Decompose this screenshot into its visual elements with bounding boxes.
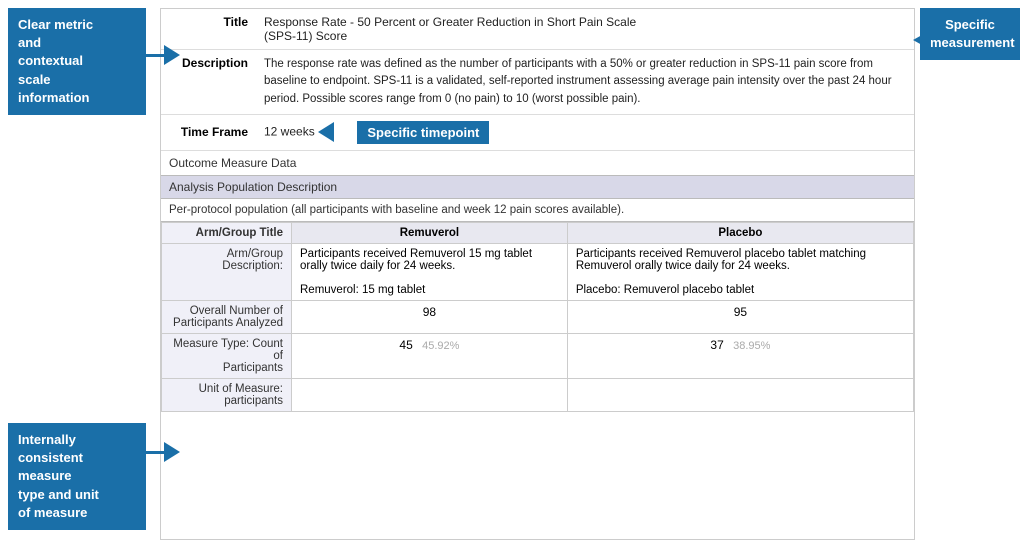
description-value: The response rate was defined as the num…	[256, 50, 914, 115]
title-line1: Response Rate - 50 Percent or Greater Re…	[264, 15, 636, 29]
measure-type-label: Measure Type: Count ofParticipants	[162, 333, 292, 378]
right-arrow-connector	[913, 30, 931, 50]
overall-number-label: Overall Number ofParticipants Analyzed	[162, 300, 292, 333]
title-label: Title	[161, 9, 256, 50]
arm-group-title-col: Arm/Group Title	[162, 222, 292, 243]
overall-number-remuverol: 98	[292, 300, 568, 333]
timeframe-value-text: 12 weeks	[264, 124, 315, 138]
overall-number-placebo: 95	[567, 300, 913, 333]
measure-type-row: Measure Type: Count ofParticipants 45 45…	[162, 333, 914, 378]
center-content: Title Response Rate - 50 Percent or Grea…	[160, 8, 915, 540]
measure-type-placebo: 37 38.95%	[567, 333, 913, 378]
remuverol-tablet-label: Remuverol: 15 mg tablet	[300, 284, 425, 296]
arm-group-desc-row: Arm/Group Description: Participants rece…	[162, 243, 914, 300]
measure-type-remuverol: 45 45.92%	[292, 333, 568, 378]
col-header-0: Arm/Group Title	[196, 227, 283, 239]
timeframe-row: Time Frame 12 weeks Specific timepoint	[161, 114, 914, 150]
left-bottom-arrow-head	[164, 442, 180, 462]
overall-number-row: Overall Number ofParticipants Analyzed 9…	[162, 300, 914, 333]
timepoint-label-badge: Specific timepoint	[357, 121, 489, 144]
right-annotation: Specific measurement	[915, 0, 1025, 540]
analysis-pop-header: Analysis Population Description	[161, 175, 914, 198]
inner-data-table: Arm/Group Title Remuverol Placebo	[161, 222, 914, 412]
inner-table-row: Arm/Group Title Remuverol Placebo	[161, 221, 914, 412]
title-line2: (SPS-11) Score	[264, 29, 347, 43]
measure-type-remuverol-pct: 45.92%	[422, 340, 459, 352]
left-top-arrow-line	[146, 54, 164, 57]
measure-type-placebo-n: 37	[710, 338, 723, 352]
top-right-annotation-text: Specific measurement	[930, 17, 1015, 50]
top-left-annotation-text: Clear metric and contextual scale inform…	[18, 17, 93, 105]
placebo-col-header: Placebo	[567, 222, 913, 243]
left-top-arrow-head	[164, 45, 180, 65]
unit-measure-label: Unit of Measure: participants	[162, 378, 292, 411]
per-protocol-text: Per-protocol population (all participant…	[161, 198, 914, 221]
right-arrow-icon	[913, 30, 931, 50]
timeframe-label: Time Frame	[161, 114, 256, 150]
outcome-measure-data-row: Outcome Measure Data	[161, 150, 914, 175]
col-header-2: Placebo	[718, 227, 762, 239]
arm-group-desc-label: Arm/Group Description:	[162, 243, 292, 300]
left-top-arrow-connector	[146, 45, 180, 65]
top-right-annotation: Specific measurement	[920, 8, 1020, 60]
measure-type-remuverol-n: 45	[399, 338, 412, 352]
per-protocol-row: Per-protocol population (all participant…	[161, 198, 914, 221]
outcome-measure-data-header: Outcome Measure Data	[161, 150, 914, 175]
top-left-annotation: Clear metric and contextual scale inform…	[8, 8, 146, 115]
title-row: Title Response Rate - 50 Percent or Grea…	[161, 9, 914, 50]
bottom-left-annotation: Internally consistent measure type and u…	[8, 423, 146, 530]
measure-type-placebo-pct: 38.95%	[733, 340, 770, 352]
arm-group-desc-remuverol: Participants received Remuverol 15 mg ta…	[292, 243, 568, 300]
description-row: Description The response rate was define…	[161, 50, 914, 115]
left-bottom-arrow-line	[146, 451, 164, 454]
placebo-tablet-label: Placebo: Remuverol placebo tablet	[576, 284, 754, 296]
col-header-1: Remuverol	[400, 227, 459, 239]
inner-table-cell: Arm/Group Title Remuverol Placebo	[161, 221, 914, 412]
timepoint-arrow-icon	[318, 122, 334, 142]
col-header-row: Arm/Group Title Remuverol Placebo	[162, 222, 914, 243]
analysis-pop-row: Analysis Population Description	[161, 175, 914, 198]
timeframe-value: 12 weeks Specific timepoint	[256, 114, 914, 150]
left-bottom-arrow-connector	[146, 442, 180, 462]
title-value: Response Rate - 50 Percent or Greater Re…	[256, 9, 914, 50]
outcome-table: Title Response Rate - 50 Percent or Grea…	[161, 9, 914, 412]
bottom-left-annotation-text: Internally consistent measure type and u…	[18, 432, 99, 520]
unit-measure-remuverol-empty	[292, 378, 568, 411]
unit-measure-placebo-empty	[567, 378, 913, 411]
left-annotations: Clear metric and contextual scale inform…	[0, 0, 160, 540]
remuverol-col-header: Remuverol	[292, 222, 568, 243]
unit-measure-row: Unit of Measure: participants	[162, 378, 914, 411]
arm-group-desc-placebo: Participants received Remuverol placebo …	[567, 243, 913, 300]
